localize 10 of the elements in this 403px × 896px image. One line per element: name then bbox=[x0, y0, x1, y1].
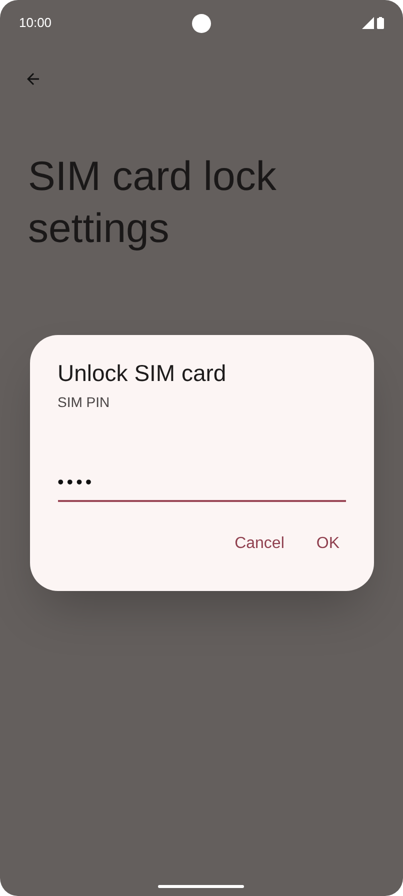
signal-icon bbox=[362, 17, 374, 29]
page-title: SIM card lock settings bbox=[28, 152, 278, 253]
field-label: SIM PIN bbox=[58, 393, 111, 412]
status-time: 10:00 bbox=[19, 14, 52, 32]
pin-field[interactable]: •••• bbox=[58, 469, 346, 502]
battery-icon bbox=[377, 17, 384, 29]
camera-cutout-icon bbox=[192, 14, 211, 33]
dialog-button[interactable]: Cancel bbox=[228, 526, 290, 562]
dialog-button[interactable]: OK bbox=[310, 526, 346, 562]
dialog-title: Unlock SIM card bbox=[58, 359, 228, 387]
